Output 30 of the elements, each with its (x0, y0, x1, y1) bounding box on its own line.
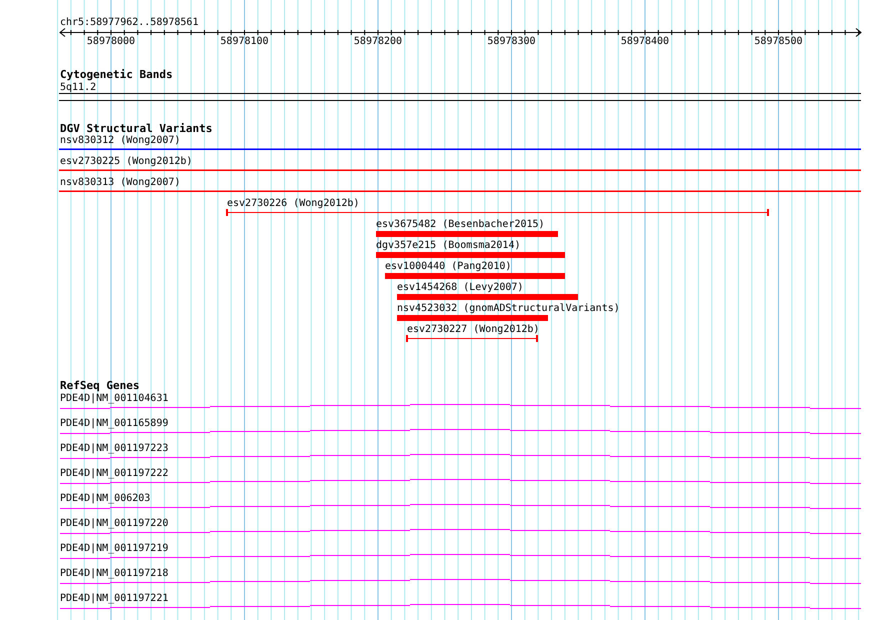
transcript-label: PDE4D|NM_001197218 (60, 568, 168, 579)
variant-label: dgv357e215 (Boomsma2014) (376, 240, 520, 251)
variant-label: nsv830313 (Wong2007) (60, 177, 180, 188)
track-title: DGV Structural Variants (60, 122, 212, 135)
variant-label: esv3675482 (Besenbacher2015) (376, 219, 545, 230)
transcript-label: PDE4D|NM_001165899 (60, 418, 168, 429)
variant-label: nsv4523032 (gnomADStructuralVariants) (397, 303, 620, 314)
tick-label: 58978200 (354, 36, 402, 47)
transcript-label: PDE4D|NM_001197222 (60, 468, 168, 479)
transcript-label: PDE4D|NM_006203 (60, 493, 150, 504)
band-label: 5q11.2 (60, 82, 96, 93)
variant-label: esv1000440 (Pang2010) (385, 261, 512, 272)
variant-label: esv1454268 (Levy2007) (397, 282, 524, 293)
transcript-label: PDE4D|NM_001197223 (60, 443, 168, 454)
transcript-label: PDE4D|NM_001197219 (60, 543, 168, 554)
variant-label: nsv830312 (Wong2007) (60, 135, 180, 146)
transcript-label: PDE4D|NM_001197221 (60, 593, 168, 604)
tick-label: 58978100 (220, 36, 269, 47)
track-title: RefSeq Genes (60, 379, 140, 392)
variant-label: esv2730225 (Wong2012b) (60, 156, 192, 167)
variant-label: esv2730227 (Wong2012b) (407, 324, 540, 335)
tick-label: 58978300 (487, 36, 536, 47)
tick-label: 58978400 (620, 36, 670, 47)
tick-label: 58978500 (754, 36, 803, 47)
ruler-label: chr5:58977962..58978561 (60, 17, 198, 28)
transcript-label: PDE4D|NM_001197220 (60, 518, 168, 529)
track-title: Cytogenetic Bands (60, 68, 173, 81)
tick-label: 58978000 (86, 36, 136, 47)
variant-label: esv2730226 (Wong2012b) (227, 198, 360, 209)
transcript-label: PDE4D|NM_001104631 (60, 393, 168, 404)
